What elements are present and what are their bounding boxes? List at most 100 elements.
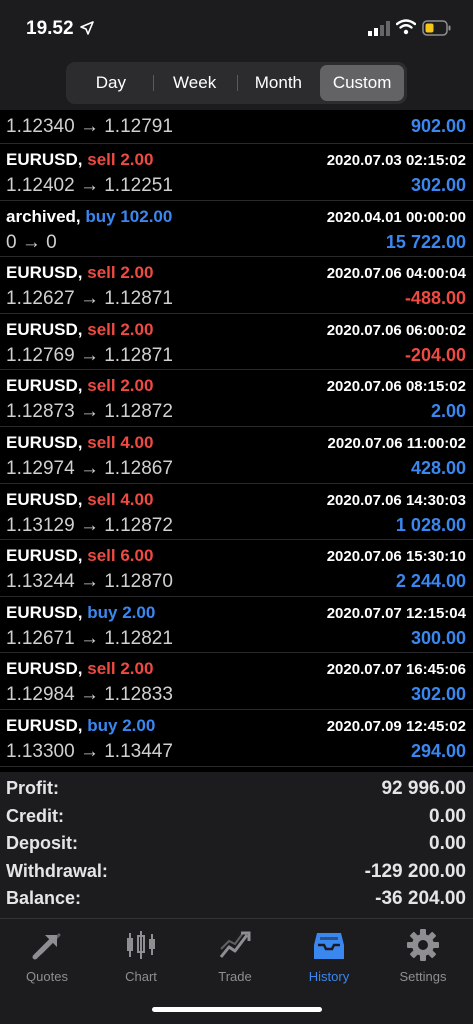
deal-symbol: EURUSD, sell 2.00 — [6, 376, 153, 396]
tab-label: Trade — [218, 969, 252, 984]
list-item[interactable]: EURUSD, sell 2.00 2020.07.06 04:00:04 1.12… — [0, 257, 473, 314]
deal-prices: 1.12769 → 1.12871 — [6, 344, 173, 366]
deal-type-volume: sell 2.00 — [87, 376, 154, 396]
period-bar: Day Week Month Custom — [0, 58, 473, 110]
summary-label: Withdrawal: — [6, 860, 108, 881]
list-item[interactable]: EURUSD, buy 2.00 2020.07.07 12:15:04 1.126… — [0, 597, 473, 654]
summary-label: Profit: — [6, 778, 59, 798]
deal-prices: 1.12974 → 1.12867 — [6, 457, 173, 479]
deal-profit: 2.00 — [430, 401, 466, 422]
deal-symbol: EURUSD, sell 2.00 — [6, 320, 153, 340]
candlestick-chart-icon — [127, 931, 155, 959]
deal-prices: 1.12402 → 1.12251 — [6, 175, 173, 196]
period-day-tab[interactable]: Day — [69, 65, 153, 101]
deal-type-volume: buy 2.00 — [87, 715, 156, 735]
history-inbox-icon — [314, 933, 344, 959]
signal-icon — [368, 21, 390, 36]
list-item[interactable]: EURUSD, sell 2.00 2020.07.06 06:00:02 1.12… — [0, 314, 473, 371]
deal-prices: 1.12671 → 1.12821 — [6, 627, 173, 649]
tab-label: Settings — [399, 969, 447, 984]
status-bar: 19.52 — [0, 0, 473, 58]
wifi-icon — [396, 19, 416, 35]
tab-label: Chart — [125, 969, 157, 984]
deal-symbol-name: EURUSD, — [6, 546, 83, 566]
deal-symbol-name: EURUSD, — [6, 319, 83, 339]
deal-prices: 1.12873 → 1.12872 — [6, 401, 173, 423]
list-item[interactable]: EURUSD, sell 4.00 2020.07.06 11:00:02 1.12… — [0, 427, 473, 484]
deal-date: 2020.04.01 00:00:00 — [326, 208, 466, 226]
deal-symbol: archived, buy 102.00 — [6, 207, 172, 227]
deal-type-volume: sell 2.00 — [87, 319, 154, 339]
tab-chart[interactable]: Chart — [94, 927, 188, 989]
deal-symbol-name: EURUSD, — [6, 150, 83, 169]
deal-symbol: EURUSD, sell 6.00 — [6, 546, 153, 566]
period-month-tab[interactable]: Month — [236, 65, 321, 101]
deal-profit: 300.00 — [410, 627, 466, 648]
list-item[interactable]: EURUSD, sell 2.00 2020.07.03 02:15:02 1.12… — [0, 144, 473, 201]
tab-trade[interactable]: Trade — [188, 927, 282, 989]
tab-settings[interactable]: Settings — [376, 927, 470, 989]
list-item[interactable]: archived, buy 102.00 2020.04.01 00:00:00 0… — [0, 201, 473, 258]
deal-profit: 902.00 — [410, 116, 466, 136]
deal-date: 2020.07.03 02:15:02 — [326, 152, 466, 169]
deal-prices: 1.13300 → 1.13447 — [6, 740, 173, 762]
deal-date: 2020.07.06 15:30:10 — [326, 548, 466, 566]
period-segmented-control: Day Week Month Custom — [66, 62, 407, 104]
deal-type-volume: sell 4.00 — [87, 432, 154, 452]
summary-deposit-row: Deposit: 0.00 — [0, 831, 473, 859]
tab-history[interactable]: History — [282, 927, 376, 989]
period-custom-tab[interactable]: Custom — [320, 65, 404, 101]
tab-quotes[interactable]: Quotes — [0, 927, 94, 989]
deal-symbol: EURUSD, sell 2.00 — [6, 263, 153, 283]
list-item[interactable]: EURUSD, sell 6.00 2020.07.06 15:30:10 1.13… — [0, 540, 473, 597]
history-list[interactable]: 1.12340 → 1.12791 902.00 EURUSD, sell 2.… — [0, 110, 473, 770]
tab-label: History — [308, 969, 350, 984]
deal-profit: -488.00 — [404, 288, 466, 309]
deal-profit: 294.00 — [410, 740, 466, 761]
deal-type-volume: sell 4.00 — [87, 489, 154, 509]
deal-date: 2020.07.07 12:15:04 — [326, 604, 466, 622]
deal-symbol-name: EURUSD, — [6, 489, 83, 509]
quotes-arrows-icon — [32, 933, 61, 960]
list-item[interactable]: EURUSD, buy 2.00 2020.07.09 12:45:02 1.133… — [0, 710, 473, 767]
period-week-tab[interactable]: Week — [152, 65, 237, 101]
deal-type-volume: sell 2.00 — [87, 150, 154, 169]
deal-profit: 1 028.00 — [395, 514, 466, 535]
deal-date: 2020.07.06 04:00:04 — [326, 265, 466, 283]
deal-symbol: EURUSD, sell 4.00 — [6, 490, 153, 510]
summary-label: Balance: — [6, 888, 82, 909]
deal-type-volume: buy 102.00 — [85, 206, 173, 226]
deal-symbol: EURUSD, sell 4.00 — [6, 433, 153, 453]
battery-icon — [422, 20, 451, 36]
deal-symbol-name: EURUSD, — [6, 432, 83, 452]
summary-withdrawal-row: Withdrawal: -129 200.00 — [0, 859, 473, 887]
deal-symbol-name: EURUSD, — [6, 602, 83, 622]
deal-profit: 302.00 — [410, 684, 466, 705]
list-item[interactable]: 1.12340 → 1.12791 902.00 — [0, 110, 473, 144]
summary-label: Credit: — [6, 805, 64, 826]
summary-credit-row: Credit: 0.00 — [0, 804, 473, 832]
summary-value: -129 200.00 — [364, 860, 466, 882]
deal-profit: 428.00 — [410, 457, 466, 478]
summary-value: 92 996.00 — [381, 778, 466, 799]
deal-profit: 2 244.00 — [395, 571, 466, 592]
summary-value: 0.00 — [429, 833, 466, 855]
deal-prices: 1.12340 → 1.12791 — [6, 116, 173, 137]
summary-balance-row: Balance: -36 204.00 — [0, 886, 473, 914]
location-arrow-icon — [80, 21, 94, 35]
tab-label: Quotes — [26, 969, 68, 984]
deal-symbol-name: EURUSD, — [6, 659, 83, 679]
list-item[interactable]: EURUSD, sell 2.00 2020.07.07 16:45:06 1.12… — [0, 653, 473, 710]
summary-value: 0.00 — [429, 805, 466, 827]
deal-date: 2020.07.09 12:45:02 — [326, 717, 466, 735]
deal-type-volume: sell 2.00 — [87, 659, 154, 679]
deal-symbol-name: EURUSD, — [6, 263, 83, 283]
list-item[interactable]: EURUSD, sell 4.00 2020.07.06 14:30:03 1.13… — [0, 484, 473, 541]
deal-profit: -204.00 — [404, 344, 466, 365]
list-item[interactable]: EURUSD, sell 2.00 2020.07.06 08:15:02 1.12… — [0, 370, 473, 427]
deal-date: 2020.07.06 06:00:02 — [326, 321, 466, 339]
deal-symbol: EURUSD, buy 2.00 — [6, 716, 155, 736]
deal-prices: 0 → 0 — [6, 231, 57, 253]
deal-date: 2020.07.07 16:45:06 — [326, 661, 466, 679]
deal-type-volume: sell 2.00 — [87, 263, 154, 283]
